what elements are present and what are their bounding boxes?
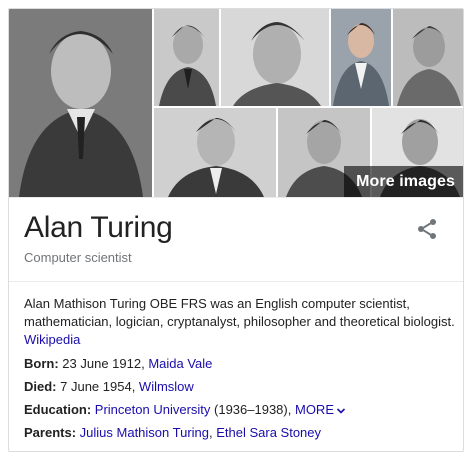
fact-parents-link-2[interactable]: Ethel Sara Stoney — [216, 425, 321, 440]
fact-parents-label: Parents: — [24, 425, 77, 440]
description-text: Alan Mathison Turing OBE FRS was an Engl… — [24, 296, 455, 329]
fact-education: Education: Princeton University (1936–19… — [24, 402, 346, 417]
chevron-down-icon — [336, 407, 346, 414]
fact-born-link[interactable]: Maida Vale — [148, 356, 212, 371]
main-photo[interactable] — [9, 9, 152, 197]
education-more-label: MORE — [294, 402, 334, 417]
photo-5[interactable] — [393, 9, 463, 106]
image-gallery: More images — [9, 9, 463, 197]
fact-died-link[interactable]: Wilmslow — [139, 379, 194, 394]
photo-6[interactable] — [154, 108, 276, 197]
title-divider — [9, 281, 463, 282]
entity-description: Alan Mathison Turing OBE FRS was an Engl… — [24, 295, 456, 349]
fact-parents-link-1[interactable]: Julius Mathison Turing — [80, 425, 209, 440]
entity-title: Alan Turing — [24, 211, 173, 244]
wikipedia-link[interactable]: Wikipedia — [24, 332, 80, 347]
fact-education-label: Education: — [24, 402, 92, 417]
entity-subtitle: Computer scientist — [24, 250, 132, 265]
knowledge-panel: More images Alan Turing Computer scienti… — [8, 8, 464, 452]
fact-education-value: (1936–1938), — [210, 402, 295, 417]
photo-4[interactable] — [331, 9, 391, 106]
header-divider — [9, 197, 463, 198]
fact-born-label: Born: — [24, 356, 59, 371]
fact-died-label: Died: — [24, 379, 57, 394]
fact-parents: Parents: Julius Mathison Turing, Ethel S… — [24, 425, 321, 440]
photo-2[interactable] — [154, 9, 219, 106]
fact-died: Died: 7 June 1954, Wilmslow — [24, 379, 194, 394]
fact-education-link[interactable]: Princeton University — [95, 402, 211, 417]
share-icon[interactable] — [415, 217, 443, 245]
fact-born: Born: 23 June 1912, Maida Vale — [24, 356, 212, 371]
fact-born-value: 23 June 1912, — [62, 356, 149, 371]
photo-3[interactable] — [221, 9, 329, 106]
fact-died-value: 7 June 1954, — [60, 379, 139, 394]
education-more-button[interactable]: MORE — [295, 402, 346, 417]
more-images-button[interactable]: More images — [344, 166, 463, 197]
